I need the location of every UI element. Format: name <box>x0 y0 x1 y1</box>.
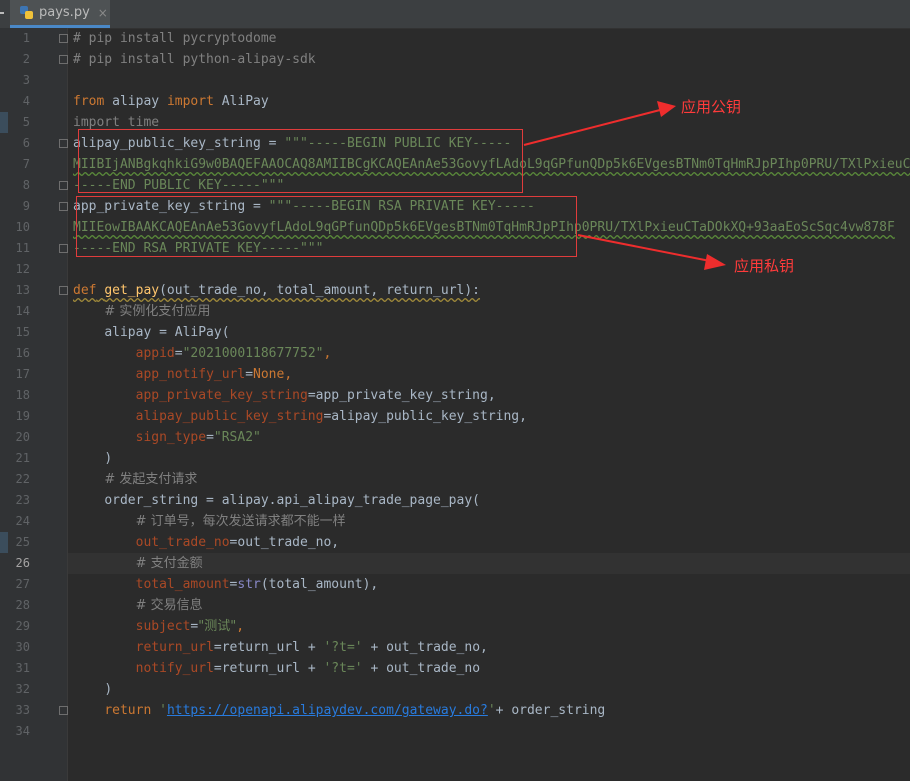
private-key-label: 应用私钥 <box>734 257 795 275</box>
arrowhead <box>704 254 726 270</box>
arrowhead <box>657 101 676 117</box>
annotation-arrows <box>523 101 726 270</box>
arrow-to-private-key-label <box>577 234 711 262</box>
public-key-label: 应用公钥 <box>681 98 742 116</box>
arrow-to-public-key-label <box>523 109 661 146</box>
